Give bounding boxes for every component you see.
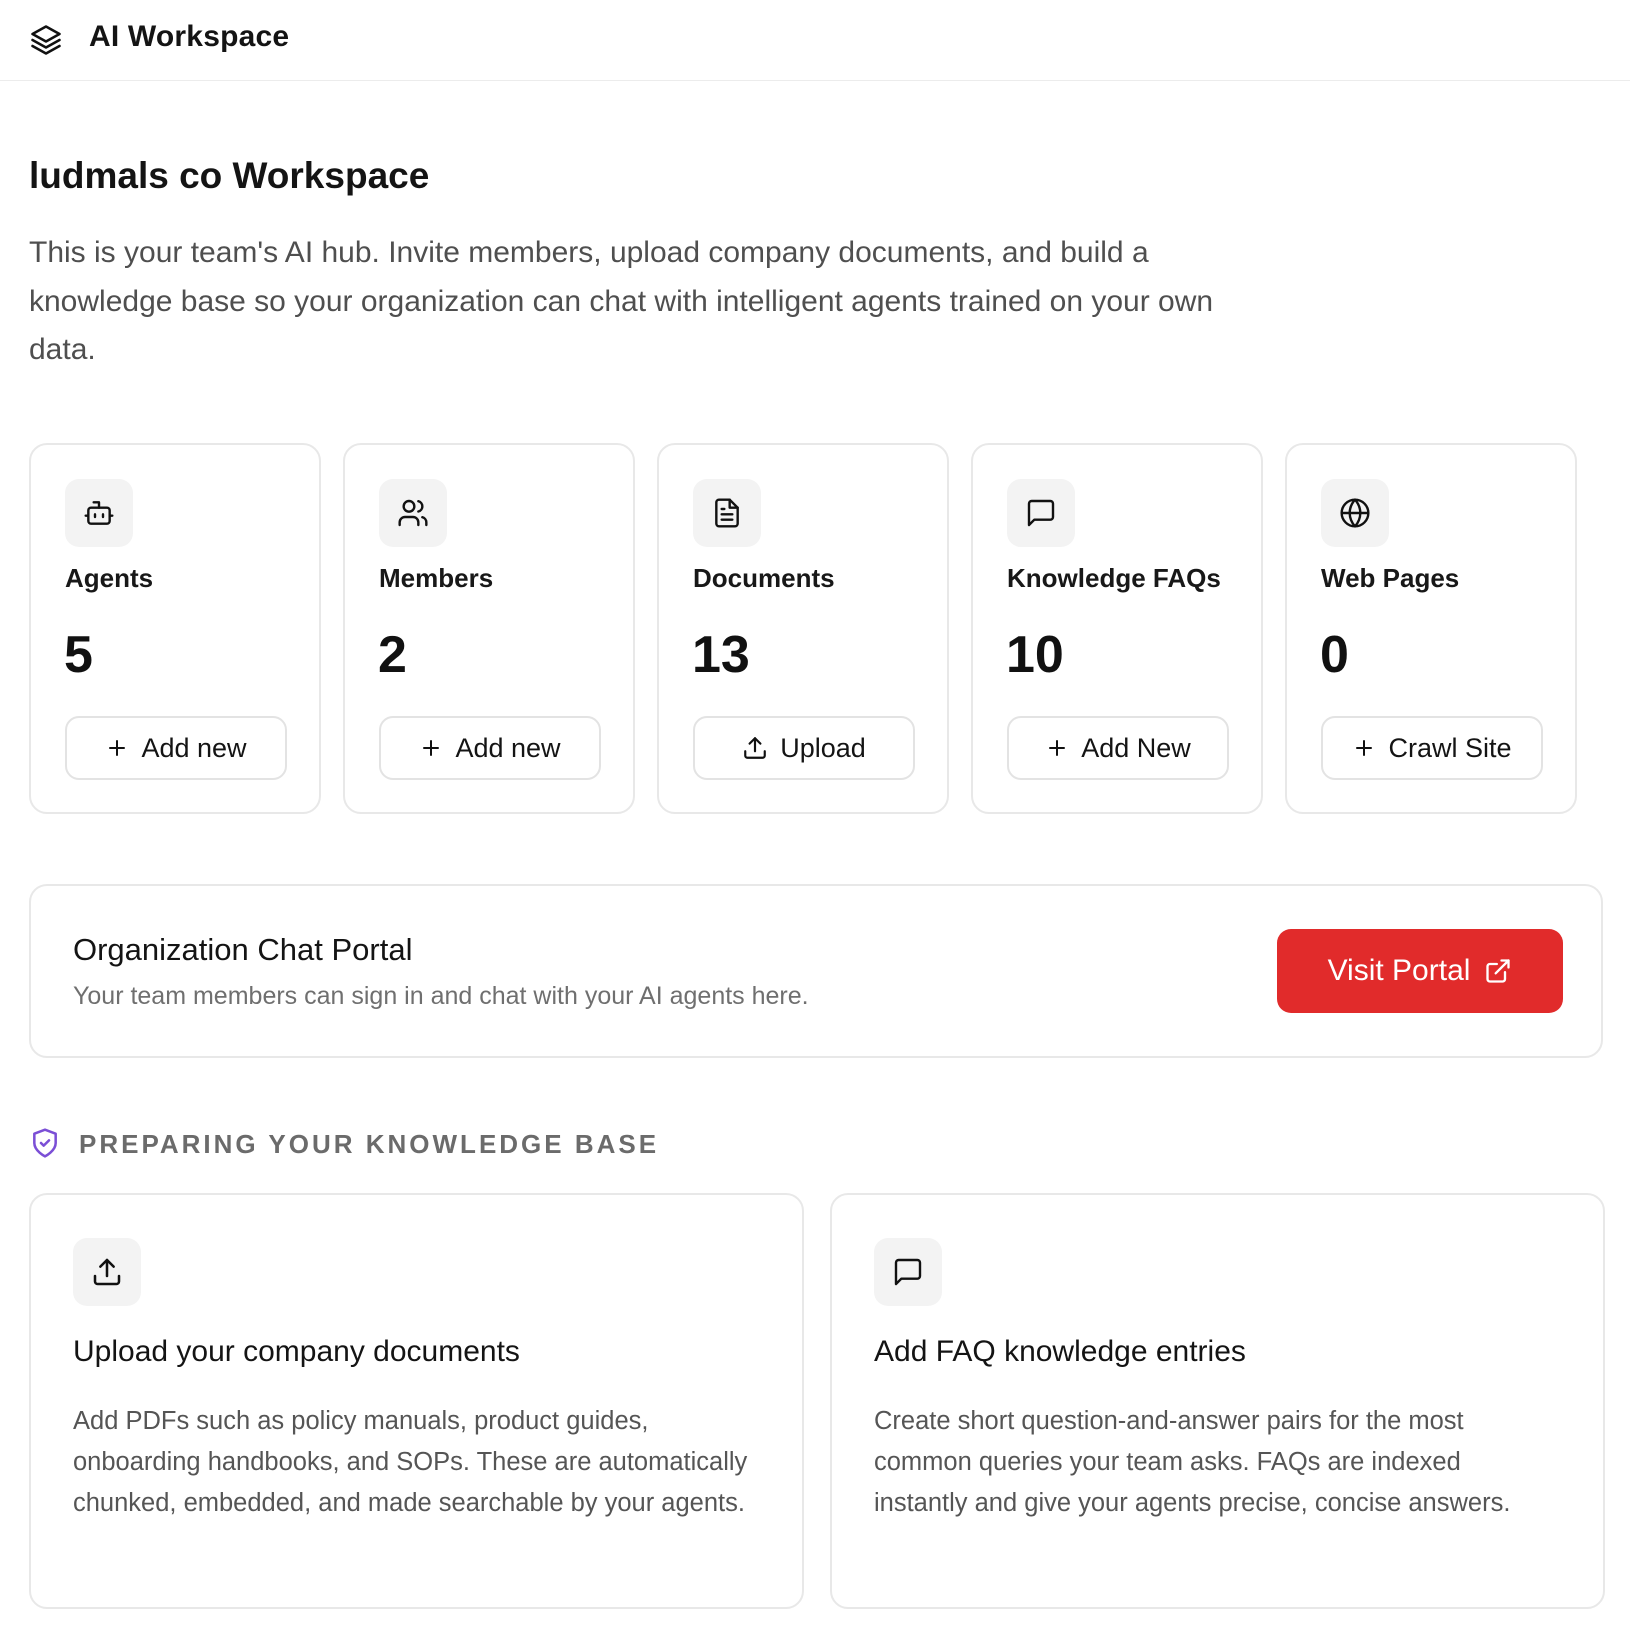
portal-subtitle: Your team members can sign in and chat w… [73,982,809,1010]
stat-value: 5 [64,626,93,684]
button-label: Crawl Site [1388,732,1512,763]
card-title: Upload your company documents [73,1335,520,1368]
card-title: Add FAQ knowledge entries [874,1335,1246,1368]
app-title[interactable]: AI Workspace [89,20,289,54]
message-square-icon [874,1238,942,1306]
section-title: PREPARING YOUR KNOWLEDGE BASE [79,1129,660,1159]
shield-check-icon [29,1126,63,1162]
card-description: Add PDFs such as policy manuals, product… [73,1407,748,1517]
button-label: Upload [780,732,866,763]
bot-icon [65,479,133,547]
portal-title: Organization Chat Portal [73,932,413,967]
users-icon [379,479,447,547]
stat-value: 10 [1006,626,1064,684]
stat-label: Web Pages [1321,563,1460,593]
stat-card-agents: Agents 5 Add new [29,443,321,814]
upload-documents-card: Upload your company documents Add PDFs s… [29,1193,804,1609]
stat-card-web-pages: Web Pages 0 Crawl Site [1285,443,1577,814]
stat-label: Members [379,563,494,593]
crawl-site-button[interactable]: Crawl Site [1321,716,1543,780]
globe-icon [1321,479,1389,547]
add-member-button[interactable]: Add new [379,716,601,780]
stat-card-members: Members 2 Add new [343,443,635,814]
stat-label: Documents [693,563,835,593]
add-faq-button[interactable]: Add New [1007,716,1229,780]
document-icon [693,479,761,547]
page-title: ludmals co Workspace [29,155,430,196]
stat-value: 0 [1320,626,1349,684]
plus-icon [1352,736,1376,760]
stat-label: Knowledge FAQs [1007,563,1221,593]
card-description: Create short question-and-answer pairs f… [874,1407,1511,1517]
add-agent-button[interactable]: Add new [65,716,287,780]
plus-icon [105,736,129,760]
button-label: Add new [141,732,247,763]
stat-value: 2 [378,626,407,684]
button-label: Add new [455,732,561,763]
button-label: Visit Portal [1327,954,1471,987]
stat-card-documents: Documents 13 Upload [657,443,949,814]
plus-icon [1045,736,1069,760]
stat-label: Agents [65,563,154,593]
add-faq-entries-card: Add FAQ knowledge entries Create short q… [830,1193,1605,1609]
upload-document-button[interactable]: Upload [693,716,915,780]
upload-icon [742,735,768,761]
external-link-icon [1484,957,1512,985]
page-description: This is your team's AI hub. Invite membe… [29,236,1214,366]
layers-icon[interactable] [28,22,64,58]
stat-card-faqs: Knowledge FAQs 10 Add New [971,443,1263,814]
plus-icon [419,736,443,760]
chat-portal-card: Organization Chat Portal Your team membe… [29,884,1603,1058]
visit-portal-button[interactable]: Visit Portal [1277,929,1563,1013]
message-square-icon [1007,479,1075,547]
stat-value: 13 [692,626,750,684]
top-bar: AI Workspace [0,0,1630,81]
upload-icon [73,1238,141,1306]
button-label: Add New [1081,732,1191,763]
